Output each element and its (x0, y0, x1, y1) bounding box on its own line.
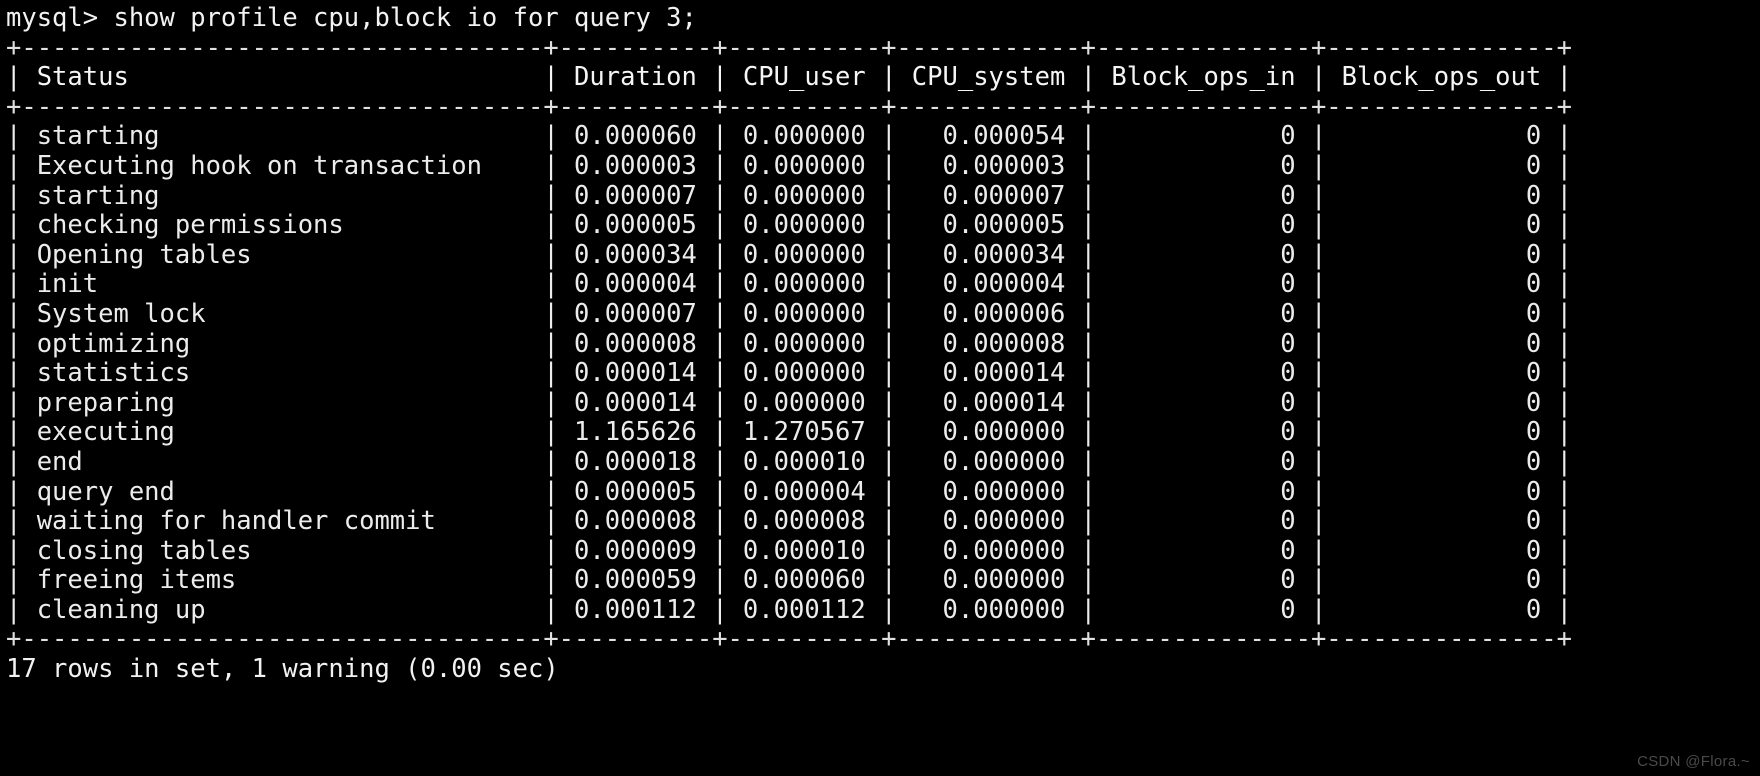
command-prompt-line: mysql> show profile cpu,block io for que… (6, 3, 697, 33)
table-border-top: +----------------------------------+----… (6, 32, 1572, 63)
table-row: | checking permissions | 0.000005 | 0.00… (6, 210, 1572, 241)
watermark: CSDN @Flora.~ (1637, 753, 1750, 770)
table-row: | end | 0.000018 | 0.000010 | 0.000000 |… (6, 446, 1572, 477)
table-row: | waiting for handler commit | 0.000008 … (6, 506, 1572, 537)
table-row: | starting | 0.000007 | 0.000000 | 0.000… (6, 180, 1572, 211)
table-row: | Opening tables | 0.000034 | 0.000000 |… (6, 239, 1572, 270)
table-border-bottom: +----------------------------------+----… (6, 624, 1572, 655)
table-row: | query end | 0.000005 | 0.000004 | 0.00… (6, 476, 1572, 507)
table-row: | cleaning up | 0.000112 | 0.000112 | 0.… (6, 594, 1572, 625)
table-header-row: | Status | Duration | CPU_user | CPU_sys… (6, 62, 1572, 93)
table-row: | freeing items | 0.000059 | 0.000060 | … (6, 565, 1572, 596)
table-row: | starting | 0.000060 | 0.000000 | 0.000… (6, 121, 1572, 152)
table-row: | executing | 1.165626 | 1.270567 | 0.00… (6, 417, 1572, 448)
table-body: | starting | 0.000060 | 0.000000 | 0.000… (0, 122, 1760, 625)
table-row: | init | 0.000004 | 0.000000 | 0.000004 … (6, 269, 1572, 300)
table-row: | optimizing | 0.000008 | 0.000000 | 0.0… (6, 328, 1572, 359)
table-row: | preparing | 0.000014 | 0.000000 | 0.00… (6, 387, 1572, 418)
table-row: | statistics | 0.000014 | 0.000000 | 0.0… (6, 358, 1572, 389)
table-row: | closing tables | 0.000009 | 0.000010 |… (6, 535, 1572, 566)
table-border-header: +----------------------------------+----… (6, 91, 1572, 122)
table-row: | Executing hook on transaction | 0.0000… (6, 150, 1572, 181)
table-row: | System lock | 0.000007 | 0.000000 | 0.… (6, 298, 1572, 329)
terminal-window[interactable]: mysql> show profile cpu,block io for que… (0, 0, 1760, 776)
result-summary: 17 rows in set, 1 warning (0.00 sec) (6, 654, 559, 685)
